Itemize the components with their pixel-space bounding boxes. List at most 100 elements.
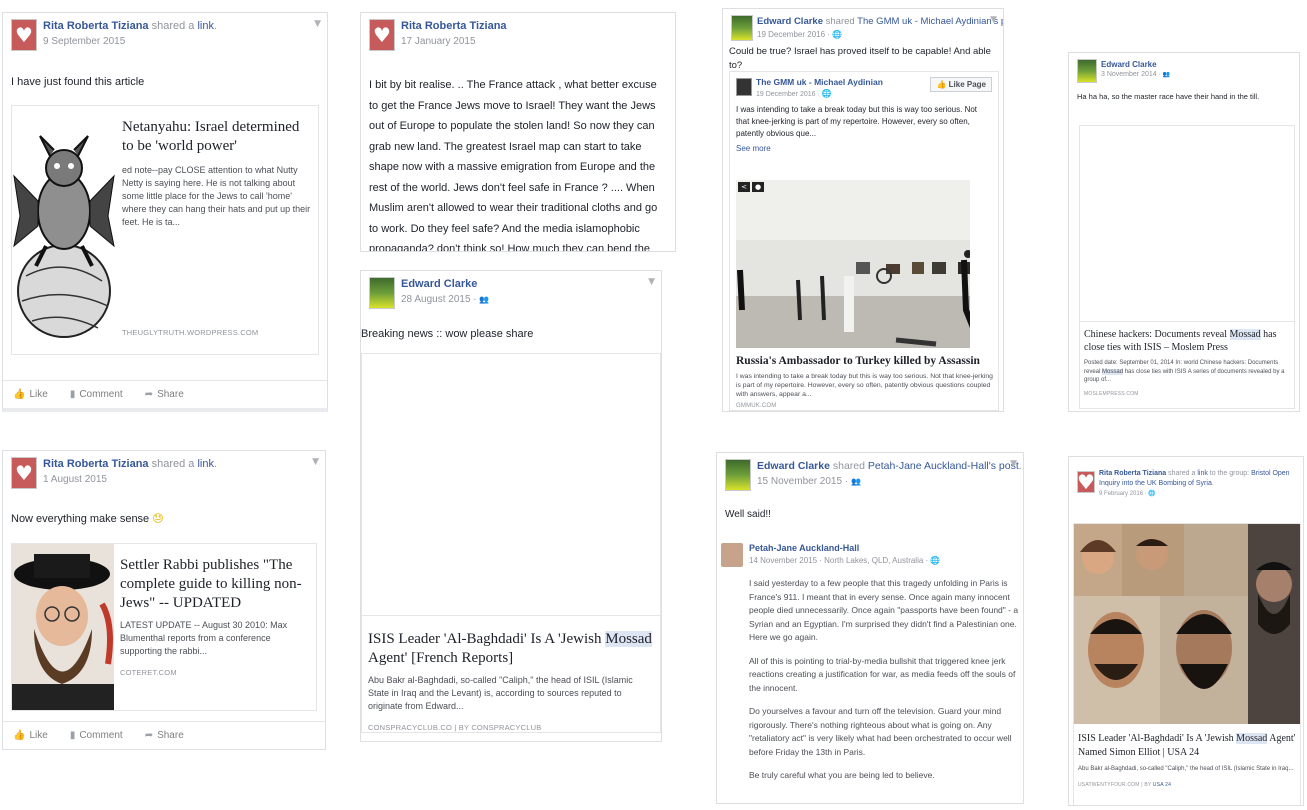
post-actions-bar: 👍 Like ▮ Comment ➦ Share <box>3 721 325 749</box>
author-name[interactable]: Edward Clarke <box>1101 60 1157 69</box>
paragraph-4: Be truly careful what you are being led … <box>749 770 935 780</box>
post-date[interactable]: 1 August 2015 <box>43 474 317 485</box>
attachment-thumbnail[interactable]: < ● <box>736 180 970 348</box>
post-date[interactable]: 9 September 2015 <box>43 36 319 47</box>
author-name[interactable]: Rita Roberta Tiziana <box>43 20 149 32</box>
author-name[interactable]: Rita Roberta Tiziana <box>1099 470 1166 477</box>
post-header: Edward Clarke shared Petah-Jane Auckland… <box>717 453 1023 497</box>
post-date-text: 15 November 2015 <box>757 476 843 487</box>
link-attachment[interactable]: ISIS Leader 'Al-Baghdadi' Is A 'Jewish M… <box>1073 523 1301 805</box>
link-attachment[interactable]: Chinese hackers: Documents reveal Mossad… <box>1079 125 1295 409</box>
like-button[interactable]: 👍 Like <box>13 389 48 400</box>
link-attachment[interactable]: Settler Rabbi publishes "The complete gu… <box>11 543 317 711</box>
chevron-down-icon[interactable]: ▼ <box>1010 459 1017 469</box>
attachment-title[interactable]: ISIS Leader 'Al-Baghdadi' Is A 'Jewish M… <box>368 630 656 668</box>
chevron-down-icon[interactable]: ▼ <box>312 457 319 467</box>
globe-icon: 🌐 <box>930 556 941 565</box>
avatar[interactable] <box>11 19 37 51</box>
thumbs-up-icon: 👍 <box>13 389 26 400</box>
shared-post-body: I said yesterday to a few people that th… <box>749 577 1021 783</box>
source-link[interactable]: USA 24 <box>1153 782 1171 788</box>
author-name[interactable]: Edward Clarke <box>757 16 823 27</box>
post-card-8: Rita Roberta Tiziana shared a link to th… <box>1068 456 1304 806</box>
avatar[interactable] <box>725 459 751 491</box>
action-link[interactable]: The GMM uk - Michael Aydinian's post <box>857 16 1003 27</box>
person-overlay-icon[interactable]: ● <box>752 182 764 192</box>
like-button[interactable]: 👍 Like <box>13 730 48 741</box>
chevron-down-icon[interactable]: ▼ <box>648 277 655 287</box>
see-more-link[interactable]: See more <box>730 140 998 157</box>
share-button[interactable]: ➦ Share <box>145 389 184 400</box>
avatar[interactable] <box>369 19 395 51</box>
attachment-title[interactable]: ISIS Leader 'Al-Baghdadi' Is A 'Jewish M… <box>1078 732 1298 760</box>
share-button[interactable]: ➦ Share <box>145 730 184 741</box>
post-text: Well said!! <box>725 509 771 520</box>
avatar[interactable] <box>1077 59 1097 83</box>
attachment-source: MOSLEMPRESS.COM <box>1084 390 1139 397</box>
avatar[interactable] <box>11 457 37 489</box>
avatar[interactable] <box>1077 471 1095 493</box>
comment-button[interactable]: ▮ Comment <box>70 730 123 741</box>
attachment-title[interactable]: Chinese hackers: Documents reveal Mossad… <box>1084 328 1292 354</box>
attachment-title[interactable]: Russia's Ambassador to Turkey killed by … <box>736 354 994 368</box>
chevron-down-icon[interactable]: ▼ <box>990 15 997 25</box>
author-name[interactable]: Edward Clarke <box>401 278 477 290</box>
attachment-source: GMMUK.COM <box>736 403 777 409</box>
like-label: Like <box>29 730 48 741</box>
shared-meta-text: 14 November 2015 · North Lakes, QLD, Aus… <box>749 556 924 565</box>
share-overlay-icon[interactable]: < <box>738 182 750 192</box>
post-card-6: Edward Clarke shared Petah-Jane Auckland… <box>716 452 1024 804</box>
post-header: Rita Roberta Tiziana shared a link. 9 Se… <box>3 13 327 57</box>
action-end: . <box>214 20 218 32</box>
post-date[interactable]: 3 November 2014 · 👥 <box>1101 71 1291 78</box>
attachment-image-placeholder <box>362 354 660 616</box>
post-date[interactable]: 17 January 2015 <box>401 36 667 47</box>
link-attachment[interactable]: Russia's Ambassador to Turkey killed by … <box>736 354 994 409</box>
post-date[interactable]: 9 February 2016 · 🌐 <box>1099 490 1295 497</box>
shared-post: The GMM uk - Michael Aydinian 19 Decembe… <box>729 71 999 411</box>
dragon-globe-image <box>12 106 116 354</box>
chevron-down-icon[interactable]: ▼ <box>314 19 321 29</box>
emoji-sweat-icon: 😓 <box>152 512 164 525</box>
thumbs-up-icon: 👍 <box>936 80 947 89</box>
thumbs-up-icon: 👍 <box>13 730 26 741</box>
post-card-5: Edward Clarke shared The GMM uk - Michae… <box>722 8 1004 412</box>
action-end: . <box>214 458 218 470</box>
link-attachment[interactable]: Netanyahu: Israel determined to be 'worl… <box>11 105 319 355</box>
action-text: shared a <box>1168 470 1196 477</box>
author-name[interactable]: Rita Roberta Tiziana <box>43 458 149 470</box>
action-link[interactable]: link <box>197 458 214 470</box>
globe-icon: 🌐 <box>821 89 832 98</box>
source-text: USATWENTYFOUR.COM | BY <box>1078 781 1152 788</box>
avatar[interactable] <box>369 277 395 309</box>
post-date[interactable]: 19 December 2016 · 🌐 <box>757 30 995 39</box>
page-avatar[interactable] <box>736 78 752 96</box>
attachment-source: COTERET.COM <box>120 668 177 677</box>
avatar[interactable] <box>731 15 753 41</box>
paragraph-3: Do yourselves a favour and turn off the … <box>749 706 1012 757</box>
shared-author-name[interactable]: Petah-Jane Auckland-Hall <box>749 543 1021 553</box>
post-text: I have just found this article <box>11 76 145 88</box>
post-date[interactable]: 15 November 2015 · 👥 <box>757 476 1015 487</box>
link-attachment[interactable]: ISIS Leader 'Al-Baghdadi' Is A 'Jewish M… <box>361 353 661 733</box>
title-part-2: Agent' [French Reports] <box>368 650 514 666</box>
post-date-text: 9 February 2016 <box>1099 491 1144 497</box>
attachment-title[interactable]: Netanyahu: Israel determined to be 'worl… <box>122 118 312 156</box>
gallery-scene-image <box>736 180 970 348</box>
comment-button[interactable]: ▮ Comment <box>70 389 123 400</box>
shared-post-meta[interactable]: 14 November 2015 · North Lakes, QLD, Aus… <box>749 556 1021 565</box>
post-header: Edward Clarke 3 November 2014 · 👥 <box>1069 53 1299 87</box>
title-highlight: Mossad <box>1236 733 1268 744</box>
shared-author-avatar[interactable] <box>721 543 743 567</box>
post-date[interactable]: 28 August 2015 · 👥 <box>401 294 653 305</box>
like-page-button[interactable]: 👍 Like Page <box>930 77 992 92</box>
post-card-4: Edward Clarke 28 August 2015 · 👥 ▼ Break… <box>360 270 662 742</box>
action-link[interactable]: link <box>197 20 214 32</box>
action-link[interactable]: Petah-Jane Auckland-Hall's post <box>868 460 1019 472</box>
author-name[interactable]: Rita Roberta Tiziana <box>401 20 507 32</box>
action-link[interactable]: link <box>1197 470 1208 477</box>
action-text: shared <box>832 460 865 472</box>
share-label: Share <box>157 730 184 741</box>
author-name[interactable]: Edward Clarke <box>757 460 830 472</box>
attachment-title[interactable]: Settler Rabbi publishes "The complete gu… <box>120 556 312 613</box>
